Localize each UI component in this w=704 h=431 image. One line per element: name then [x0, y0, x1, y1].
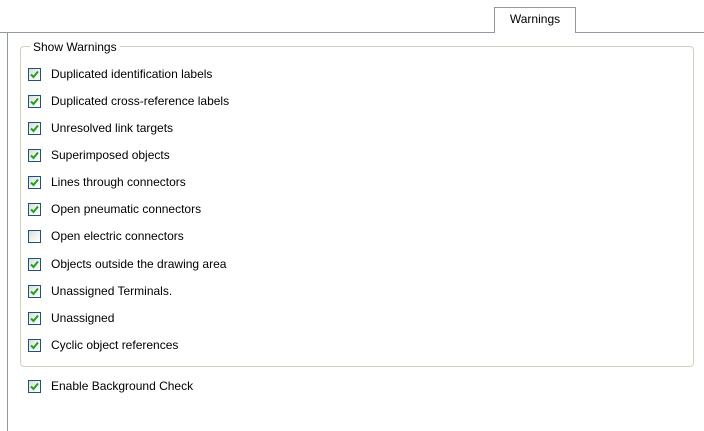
duplicated-cross-reference-labels-checkbox[interactable]	[28, 94, 41, 108]
objects-outside-drawing-area-checkbox[interactable]	[28, 257, 41, 271]
tab-strip-border-right	[576, 32, 704, 33]
open-electric-connectors-label: Open electric connectors	[51, 229, 184, 243]
lines-through-connectors-checkbox[interactable]	[28, 175, 41, 189]
unassigned-terminals-checkbox[interactable]	[28, 284, 41, 298]
checkmark-icon	[30, 97, 39, 105]
duplicated-cross-reference-labels-label: Duplicated cross-reference labels	[51, 94, 230, 108]
checkmark-icon	[30, 260, 39, 268]
checkmark-icon	[30, 178, 39, 186]
open-pneumatic-connectors-checkbox[interactable]	[28, 202, 41, 216]
unresolved-link-targets-checkbox[interactable]	[28, 121, 41, 135]
cyclic-object-references-label: Cyclic object references	[51, 338, 179, 352]
enable-background-check-label: Enable Background Check	[51, 379, 194, 393]
objects-outside-drawing-area-label: Objects outside the drawing area	[51, 257, 227, 271]
checkmark-icon	[30, 314, 39, 322]
cyclic-object-references-checkbox[interactable]	[28, 338, 41, 352]
tab-strip-border-left	[0, 32, 494, 33]
superimposed-objects-checkbox[interactable]	[28, 148, 41, 162]
checkbox-row-enable-background-check[interactable]: Enable Background Check	[28, 378, 193, 394]
panel-left-border	[7, 32, 8, 431]
checkbox-row-superimposed-objects[interactable]: Superimposed objects	[28, 147, 170, 163]
enable-background-check-checkbox[interactable]	[28, 379, 41, 393]
checkmark-icon	[30, 124, 39, 132]
superimposed-objects-label: Superimposed objects	[51, 148, 170, 162]
duplicated-identification-labels-checkbox[interactable]	[28, 67, 41, 81]
checkmark-icon	[30, 341, 39, 349]
lines-through-connectors-label: Lines through connectors	[51, 175, 186, 189]
tab-warnings-label: Warnings	[509, 12, 561, 26]
checkmark-icon	[30, 205, 39, 213]
tab-warnings[interactable]: Warnings	[494, 7, 576, 33]
checkmark-icon	[30, 70, 39, 78]
checkbox-row-open-pneumatic-connectors[interactable]: Open pneumatic connectors	[28, 201, 201, 217]
open-pneumatic-connectors-label: Open pneumatic connectors	[51, 202, 202, 216]
checkbox-row-duplicated-identification-labels[interactable]: Duplicated identification labels	[28, 66, 212, 82]
checkbox-row-open-electric-connectors[interactable]: Open electric connectors	[28, 228, 184, 244]
checkbox-row-unassigned-terminals[interactable]: Unassigned Terminals.	[28, 283, 172, 299]
checkbox-row-objects-outside-drawing-area[interactable]: Objects outside the drawing area	[28, 256, 226, 272]
unassigned-checkbox[interactable]	[28, 311, 41, 325]
open-electric-connectors-checkbox[interactable]	[28, 229, 41, 243]
checkmark-icon	[30, 382, 39, 390]
show-warnings-legend: Show Warnings	[30, 40, 120, 54]
checkbox-row-unresolved-link-targets[interactable]: Unresolved link targets	[28, 120, 173, 136]
unassigned-label: Unassigned	[51, 311, 115, 325]
checkbox-row-unassigned[interactable]: Unassigned	[28, 310, 114, 326]
checkbox-row-duplicated-cross-reference-labels[interactable]: Duplicated cross-reference labels	[28, 93, 229, 109]
unassigned-terminals-label: Unassigned Terminals.	[51, 284, 173, 298]
unresolved-link-targets-label: Unresolved link targets	[51, 121, 174, 135]
duplicated-identification-labels-label: Duplicated identification labels	[51, 67, 213, 81]
checkbox-row-lines-through-connectors[interactable]: Lines through connectors	[28, 174, 186, 190]
checkmark-icon	[30, 287, 39, 295]
checkbox-row-cyclic-object-references[interactable]: Cyclic object references	[28, 337, 178, 353]
checkmark-icon	[30, 151, 39, 159]
